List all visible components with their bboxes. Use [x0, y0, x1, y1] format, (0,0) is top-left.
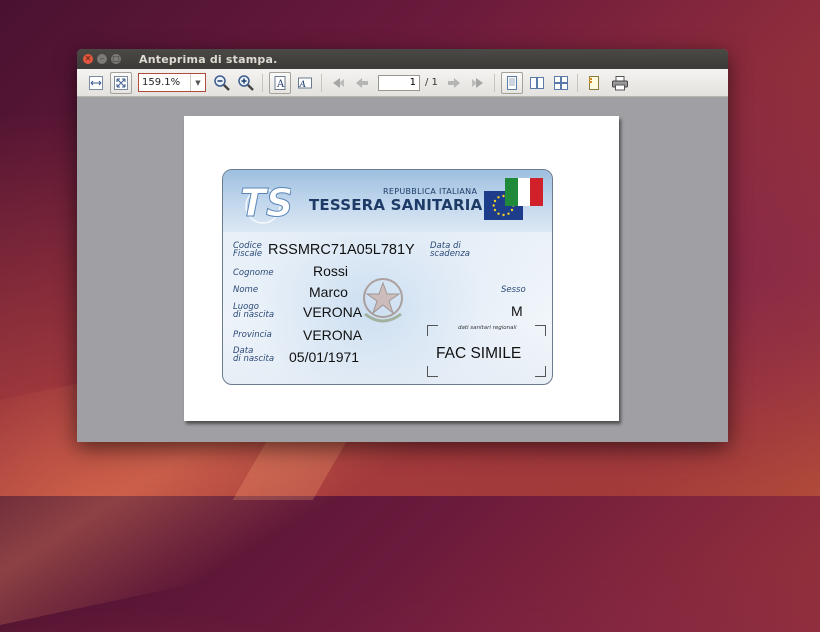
sesso-label: Sesso [501, 285, 526, 295]
arrow-right-icon [447, 77, 460, 88]
chevron-down-icon[interactable]: ▼ [190, 74, 205, 91]
all-pages-view-button[interactable] [551, 73, 571, 93]
print-preview-window: ✕ – □ Anteprima di stampa. ▼ A A [77, 49, 728, 442]
page-number-input[interactable] [378, 74, 420, 91]
first-page-button[interactable] [328, 73, 348, 93]
sesso-value: M [511, 303, 523, 319]
fit-width-button[interactable] [86, 73, 106, 93]
republic-label: REPUBBLICA ITALIANA [383, 187, 478, 196]
fac-simile-label: FAC SIMILE [436, 345, 522, 362]
landscape-icon: A [297, 77, 312, 89]
italian-flag-icon [505, 178, 544, 206]
portrait-button[interactable]: A [269, 71, 291, 94]
facing-pages-view-button[interactable] [527, 73, 547, 93]
next-page-button[interactable] [444, 73, 464, 93]
fit-page-icon [114, 75, 128, 90]
cognome-label: Cognome [233, 268, 274, 278]
portrait-icon: A [274, 75, 286, 90]
codice-fiscale-value: RSSMRC71A05L781Y [268, 242, 415, 258]
page-total-label: / 1 [425, 77, 438, 88]
luogo-nascita-value: VERONA [303, 304, 363, 320]
cognome-value: Rossi [313, 263, 349, 279]
zoom-input[interactable] [139, 77, 190, 88]
zoom-out-button[interactable] [212, 73, 232, 93]
nome-label: Nome [233, 285, 259, 295]
zoom-in-button[interactable] [236, 73, 256, 93]
dati-sanitari-label: dati sanitari regionali [458, 325, 517, 331]
toolbar: ▼ A A / 1 [77, 69, 728, 97]
codice-fiscale-label: Codice Fiscale [233, 241, 263, 259]
facing-pages-icon [529, 76, 544, 89]
toolbar-separator [321, 73, 322, 92]
page-setup-button[interactable] [584, 73, 604, 93]
data-nascita-label: Data di nascita [233, 346, 275, 364]
print-button[interactable] [610, 73, 630, 93]
health-card: TS REPUBBLICA ITALIANA TESSERA SANITARIA [222, 169, 553, 385]
svg-text:TS: TS [240, 181, 291, 224]
first-page-icon [333, 77, 344, 88]
luogo-nascita-label: Luogo di nascita [233, 302, 275, 320]
minimize-window-button[interactable]: – [97, 54, 107, 64]
zoom-combo[interactable]: ▼ [138, 73, 206, 92]
provincia-label: Provincia [233, 330, 272, 340]
landscape-button[interactable]: A [295, 73, 315, 93]
page-setup-icon [588, 75, 599, 90]
frame-corner [427, 366, 438, 377]
single-page-icon [506, 75, 517, 90]
fit-page-button[interactable] [110, 71, 132, 94]
previous-page-button[interactable] [352, 73, 372, 93]
page-preview: TS REPUBBLICA ITALIANA TESSERA SANITARIA [184, 116, 619, 421]
nome-value: Marco [309, 284, 348, 300]
scadenza-label: Data di scadenza [430, 241, 470, 259]
svg-text:A: A [276, 79, 285, 90]
window-title: Anteprima di stampa. [139, 52, 278, 66]
single-page-view-button[interactable] [500, 71, 523, 94]
toolbar-separator [576, 73, 578, 92]
preview-area[interactable]: TS REPUBBLICA ITALIANA TESSERA SANITARIA [77, 97, 728, 442]
close-window-button[interactable]: ✕ [83, 54, 93, 64]
frame-corner [535, 325, 546, 336]
toolbar-separator [493, 73, 495, 92]
printer-icon [611, 75, 628, 90]
grid-pages-icon [553, 75, 568, 90]
ts-logo-icon: TS [240, 181, 292, 225]
last-page-icon [471, 77, 483, 88]
toolbar-separator [262, 73, 263, 92]
card-title: TESSERA SANITARIA [309, 196, 483, 214]
provincia-value: VERONA [303, 327, 363, 343]
last-page-button[interactable] [468, 73, 488, 93]
frame-corner [535, 366, 546, 377]
zoom-out-icon [214, 74, 230, 91]
arrow-left-icon [356, 77, 368, 88]
fit-width-icon [89, 75, 103, 90]
emblem-icon [363, 278, 403, 323]
zoom-in-icon [238, 74, 254, 91]
frame-corner [427, 325, 438, 336]
data-nascita-value: 05/01/1971 [289, 349, 360, 365]
title-bar: ✕ – □ Anteprima di stampa. [77, 49, 728, 69]
maximize-window-button[interactable]: □ [111, 54, 121, 64]
